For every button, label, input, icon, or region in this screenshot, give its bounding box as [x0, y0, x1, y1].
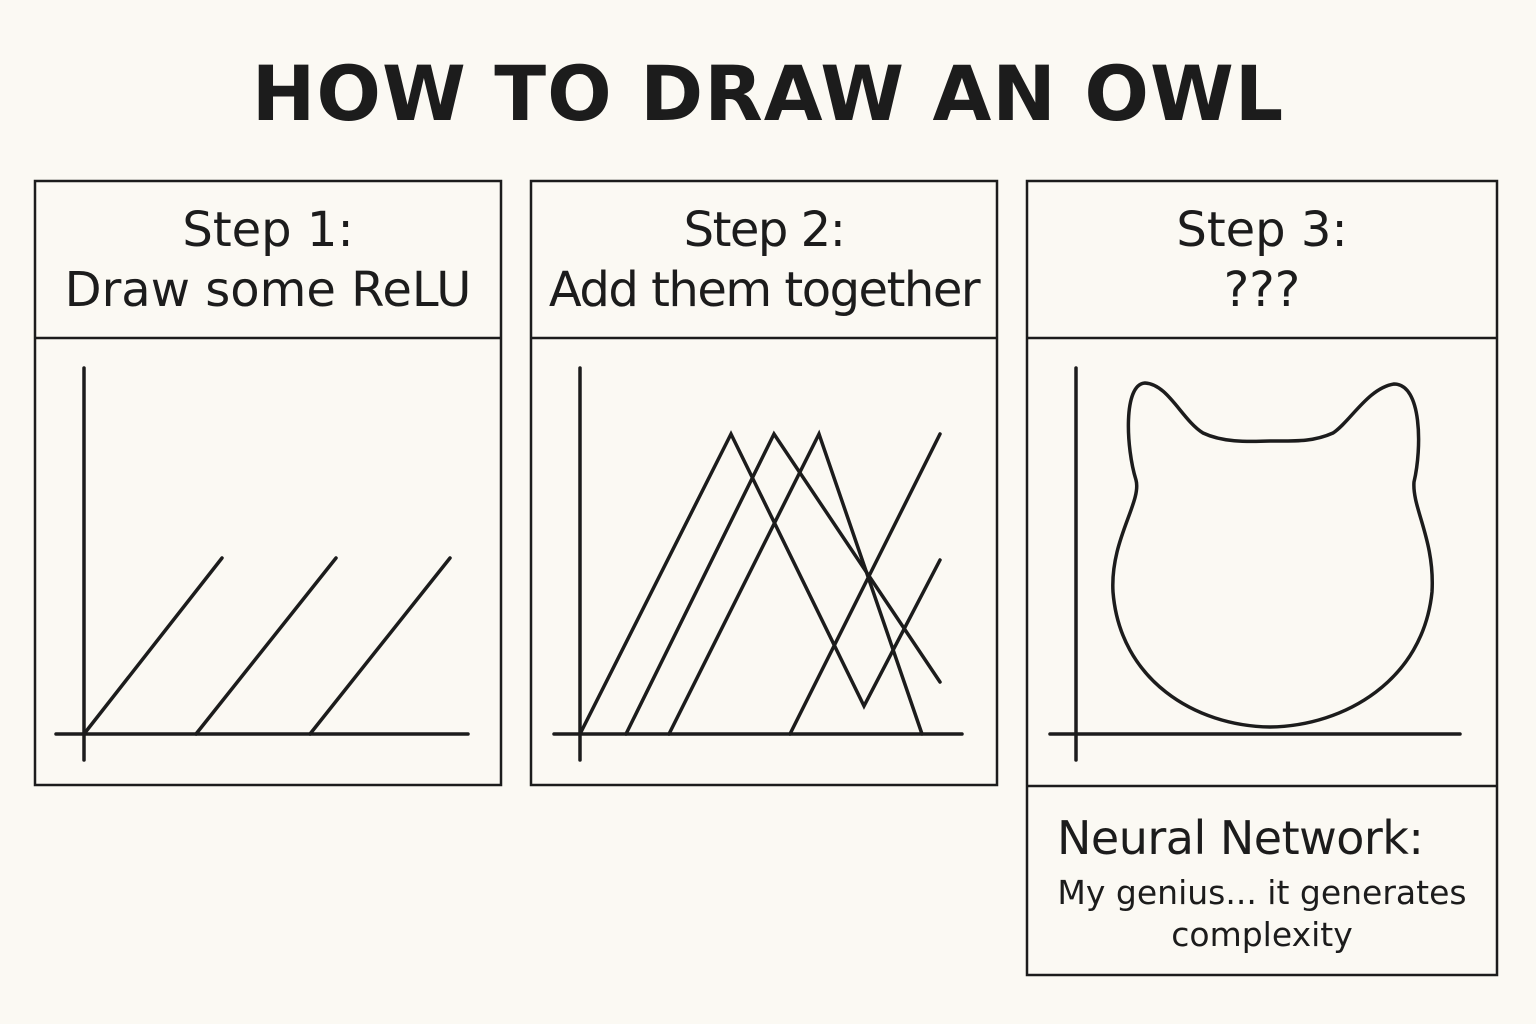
- cat-head-outline: [1111, 381, 1434, 729]
- punchline-box: Neural Network: My genius... it generate…: [1027, 788, 1497, 974]
- panel-1-step-label: Step 1:: [182, 201, 354, 258]
- sum-plot: [552, 366, 964, 762]
- relu-ramp-2: [194, 556, 338, 736]
- punchline-text: My genius... it generates complexity: [1027, 872, 1497, 956]
- relu-ramp-1: [82, 556, 224, 736]
- relu-ramp-3: [308, 556, 452, 736]
- panel-1-heading: Step 1: Draw some ReLU: [35, 181, 501, 338]
- sum-triangle-2: [624, 430, 942, 736]
- page-title: HOW TO DRAW AN OWL: [251, 49, 1285, 138]
- punchline-heading: Neural Network:: [1057, 811, 1424, 865]
- panel-2-caption: Add them together: [548, 261, 981, 318]
- owl-plot: [1048, 366, 1462, 762]
- sum-triangle-1: [578, 430, 942, 736]
- punchline-line-2: complexity: [1171, 915, 1353, 954]
- panel-1-caption: Draw some ReLU: [64, 261, 472, 318]
- panel-3-step-label: Step 3:: [1176, 201, 1348, 258]
- sum-line-4: [788, 432, 942, 736]
- panel-3-caption: ???: [1223, 261, 1301, 318]
- panel-3-heading: Step 3: ???: [1027, 181, 1497, 338]
- punchline-line-1: My genius... it generates: [1057, 873, 1467, 912]
- relu-plot: [54, 366, 470, 762]
- panel-2-step-label: Step 2:: [683, 201, 846, 258]
- panel-2-heading: Step 2: Add them together: [531, 181, 997, 338]
